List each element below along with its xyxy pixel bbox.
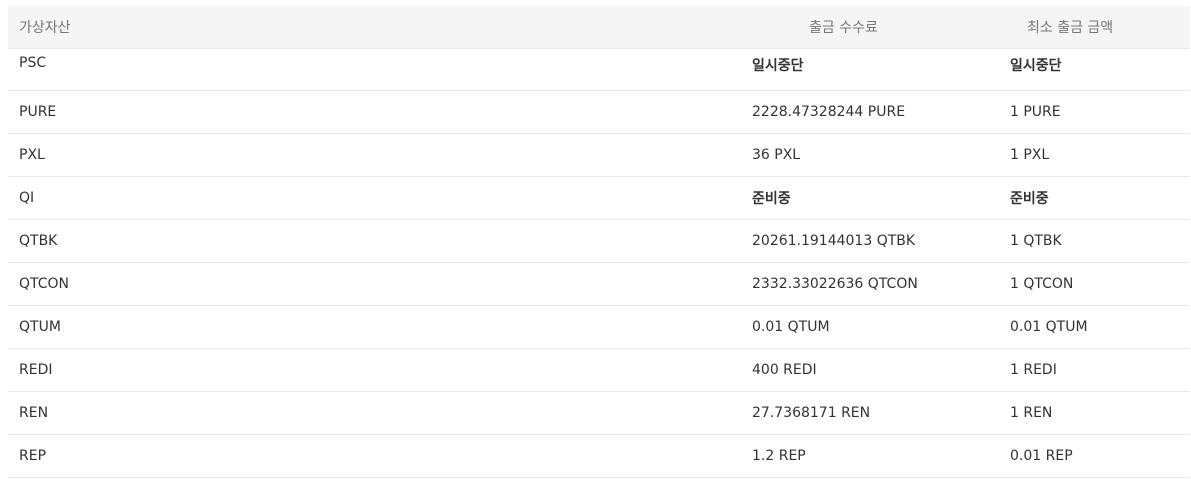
header-asset: 가상자산 (8, 6, 752, 49)
min-cell: 1 PXL (1010, 133, 1190, 177)
table-row: PXL 36 PXL 1 PXL (8, 133, 1190, 177)
asset-cell: QI (8, 176, 752, 220)
asset-cell: QTBK (8, 219, 752, 263)
fee-cell: 준비중 (752, 176, 1010, 220)
table-row: QTCON 2332.33022636 QTCON 1 QTCON (8, 262, 1190, 306)
fee-cell: 2228.47328244 PURE (752, 90, 1010, 134)
fee-cell: 27.7368171 REN (752, 391, 1010, 435)
table-row: PSC 일시중단 일시중단 (8, 48, 1190, 91)
table-row: REP 1.2 REP 0.01 REP (8, 434, 1190, 478)
header-row: 가상자산 출금 수수료 최소 출금 금액 (8, 6, 1190, 49)
withdrawal-fee-table: 가상자산 출금 수수료 최소 출금 금액 PSC 일시중단 일시중단 PURE … (8, 6, 1190, 478)
table-row: QTBK 20261.19144013 QTBK 1 QTBK (8, 219, 1190, 263)
min-cell: 1 REDI (1010, 348, 1190, 392)
min-cell: 일시중단 (1010, 48, 1190, 91)
table-row: REDI 400 REDI 1 REDI (8, 348, 1190, 392)
asset-cell: PSC (8, 48, 752, 91)
fee-cell: 36 PXL (752, 133, 1010, 177)
min-cell: 0.01 QTUM (1010, 305, 1190, 349)
asset-cell: REN (8, 391, 752, 435)
fee-cell: 1.2 REP (752, 434, 1010, 478)
asset-cell: QTCON (8, 262, 752, 306)
asset-cell: REP (8, 434, 752, 478)
fee-cell: 2332.33022636 QTCON (752, 262, 1010, 306)
min-cell: 0.01 REP (1010, 434, 1190, 478)
table-body: PSC 일시중단 일시중단 PURE 2228.47328244 PURE 1 … (8, 48, 1190, 478)
min-cell: 1 QTCON (1010, 262, 1190, 306)
fee-cell: 0.01 QTUM (752, 305, 1010, 349)
table-header: 가상자산 출금 수수료 최소 출금 금액 (8, 6, 1190, 49)
min-cell: 1 PURE (1010, 90, 1190, 134)
min-cell: 1 REN (1010, 391, 1190, 435)
asset-cell: PXL (8, 133, 752, 177)
asset-cell: REDI (8, 348, 752, 392)
fee-cell: 400 REDI (752, 348, 1010, 392)
table-row: REN 27.7368171 REN 1 REN (8, 391, 1190, 435)
header-min-withdrawal: 최소 출금 금액 (1010, 6, 1190, 49)
fee-cell: 일시중단 (752, 48, 1010, 91)
asset-cell: PURE (8, 90, 752, 134)
min-cell: 준비중 (1010, 176, 1190, 220)
fee-cell: 20261.19144013 QTBK (752, 219, 1010, 263)
table-row: QTUM 0.01 QTUM 0.01 QTUM (8, 305, 1190, 349)
min-cell: 1 QTBK (1010, 219, 1190, 263)
asset-cell: QTUM (8, 305, 752, 349)
table-row: QI 준비중 준비중 (8, 176, 1190, 220)
table-row: PURE 2228.47328244 PURE 1 PURE (8, 90, 1190, 134)
header-withdrawal-fee: 출금 수수료 (752, 6, 1010, 49)
